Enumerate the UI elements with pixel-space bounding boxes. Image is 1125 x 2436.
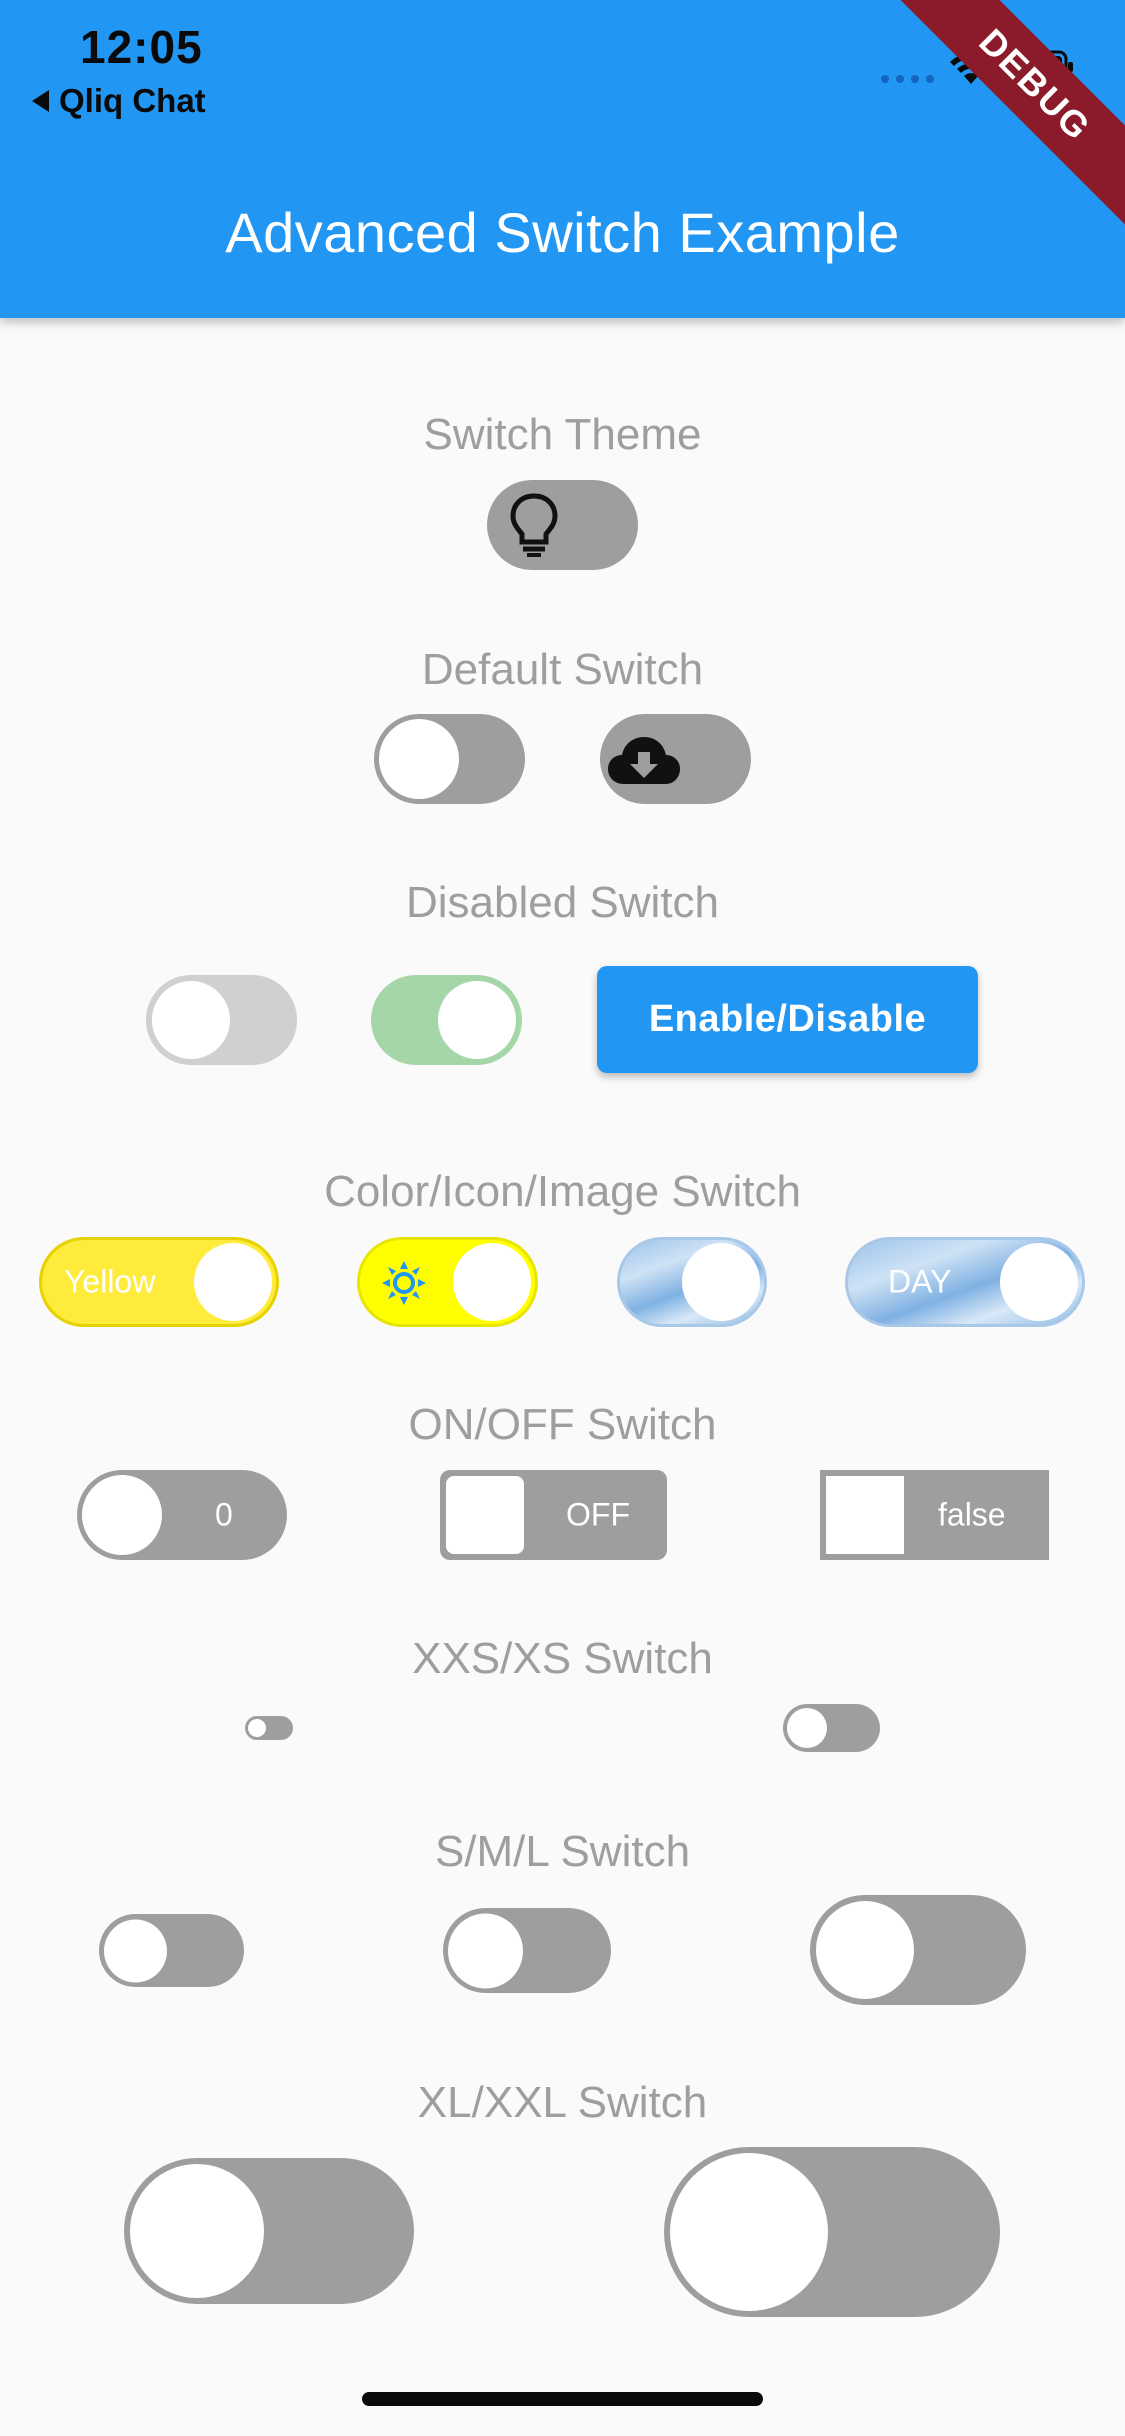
switch-text-yellow: Yellow [64,1263,156,1300]
sun-icon [382,1261,426,1305]
large-switch[interactable] [810,1895,1026,2005]
switch-knob [453,1243,531,1321]
xxl-switch[interactable] [664,2147,1000,2317]
back-to-app-link[interactable]: Qliq Chat [32,82,206,120]
switch-knob [787,1708,827,1748]
section-label-theme: Switch Theme [423,410,702,459]
default-switch[interactable] [374,714,525,804]
image-switch[interactable] [617,1237,767,1327]
section-label-default: Default Switch [421,645,704,694]
disabled-switch-off [146,975,297,1065]
switch-text-zero: 0 [215,1496,233,1533]
back-arrow-icon [32,90,49,112]
section-label-on-off: ON/OFF Switch [408,1400,717,1449]
enable-disable-button[interactable]: Enable/Disable [597,966,978,1073]
numeric-on-off-switch[interactable]: 0 [77,1470,287,1560]
page-title: Advanced Switch Example [225,201,900,264]
medium-switch[interactable] [443,1908,611,1993]
app-root: 12:05 Qliq Chat Advanced Switch Example … [0,0,1125,2436]
small-switch[interactable] [99,1914,244,1987]
status-time: 12:05 [80,21,203,73]
xl-switch[interactable] [124,2158,414,2304]
switch-knob [446,1476,524,1554]
day-image-switch[interactable]: DAY [845,1237,1085,1327]
section-label-xl-xxl: XL/XXL Switch [417,2078,708,2127]
switch-knob [826,1476,904,1554]
switch-knob [379,719,459,799]
section-label-color-icon-image: Color/Icon/Image Switch [324,1167,801,1216]
switch-knob [104,1919,167,1982]
xs-switch[interactable] [783,1704,880,1752]
switch-text-false: false [938,1496,1006,1533]
switch-knob [448,1913,523,1988]
xxs-switch[interactable] [245,1716,293,1740]
section-label-disabled: Disabled Switch [405,878,720,927]
switch-knob [152,981,230,1059]
switch-knob [248,1719,266,1737]
disabled-switch-on [371,975,522,1065]
switch-knob [130,2164,264,2298]
section-label-xxs-xs: XXS/XS Switch [412,1634,713,1683]
switch-text-day: DAY [888,1263,952,1300]
switch-knob [194,1243,272,1321]
switch-knob [1000,1243,1078,1321]
back-app-label: Qliq Chat [59,82,206,119]
switch-knob [682,1243,760,1321]
cloud-download-icon [608,737,680,784]
cellular-signal-icon [881,75,934,83]
switch-knob [438,981,516,1059]
switch-knob [670,2153,828,2311]
home-indicator[interactable] [362,2392,763,2406]
boolean-on-off-switch[interactable]: false [820,1470,1049,1560]
text-on-off-switch[interactable]: OFF [440,1470,667,1560]
theme-switch[interactable] [487,480,638,570]
default-icon-switch[interactable] [600,714,751,804]
switch-text-off: OFF [566,1496,630,1533]
switch-knob [82,1475,162,1555]
yellow-color-switch[interactable]: Yellow [39,1237,279,1327]
lightbulb-icon [510,493,558,557]
section-label-s-m-l: S/M/L Switch [434,1827,691,1876]
icon-switch[interactable] [357,1237,538,1327]
switch-knob [816,1901,914,1999]
